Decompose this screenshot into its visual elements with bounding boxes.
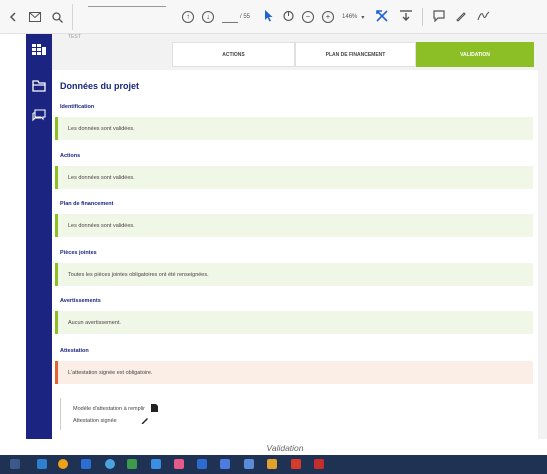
taskbar-app-icon[interactable] bbox=[58, 459, 68, 469]
toolbar-separator bbox=[72, 4, 73, 30]
zoom-out-icon[interactable]: − bbox=[302, 11, 315, 23]
attestation-signed-label: Attestation signée bbox=[73, 418, 117, 424]
next-page-icon[interactable]: ↓ bbox=[202, 11, 214, 23]
app-sidebar bbox=[26, 34, 52, 439]
status-box-plan-de-financement: Les données sont validées. bbox=[55, 214, 533, 237]
zoom-in-icon[interactable]: + bbox=[322, 11, 335, 23]
screenshot-caption: Validation bbox=[266, 443, 304, 453]
status-box-actions: Les données sont validées. bbox=[55, 166, 533, 189]
document-tab[interactable] bbox=[88, 0, 166, 7]
pen-icon[interactable] bbox=[455, 10, 467, 25]
grid-icon bbox=[32, 44, 46, 56]
page-total: / 55 bbox=[240, 14, 251, 20]
taskbar-app-icon[interactable] bbox=[244, 459, 254, 469]
section-title-plan-de-financement: Plan de financement bbox=[60, 201, 114, 207]
tab-plan-de-financement[interactable]: PLAN DE FINANCEMENT bbox=[295, 42, 416, 67]
tab-actions[interactable]: ACTIONS bbox=[172, 42, 295, 67]
previous-page-icon[interactable]: ↑ bbox=[182, 11, 194, 23]
taskbar-pdf-icon[interactable] bbox=[314, 459, 324, 469]
taskbar-app-icon[interactable] bbox=[291, 459, 301, 469]
attestation-model-label: Modèle d'attestation à remplir bbox=[73, 406, 145, 412]
start-icon[interactable] bbox=[10, 459, 20, 469]
attestation-model-link[interactable]: Modèle d'attestation à remplir bbox=[73, 404, 158, 414]
sign-icon[interactable] bbox=[477, 10, 491, 25]
section-title-attestation: Attestation bbox=[60, 348, 89, 354]
section-title-avertissements: Avertissements bbox=[60, 298, 101, 304]
toolbar-navigation: ↑ ↓ / 55 − + 146% ▾ bbox=[182, 0, 501, 34]
test-label: TEST bbox=[68, 34, 81, 40]
tab-validation[interactable]: VALIDATION bbox=[416, 42, 534, 67]
status-box-identification: Les données sont validées. bbox=[55, 117, 533, 140]
toolbar-left-group bbox=[0, 0, 66, 34]
taskbar-app-icon[interactable] bbox=[81, 459, 91, 469]
card-title: Données du projet bbox=[60, 81, 140, 91]
select-cursor-icon[interactable] bbox=[264, 9, 273, 25]
sidebar-item-messages[interactable] bbox=[26, 104, 52, 126]
status-message: Toutes les pièces jointes obligatoires o… bbox=[68, 271, 209, 278]
toolbar-divider bbox=[422, 8, 424, 26]
step-tabs: TEST ACTIONS PLAN DE FINANCEMENT VALIDAT… bbox=[52, 34, 538, 68]
status-box-attestation: L'attestation signée est obligatoire. bbox=[55, 361, 533, 384]
section-title-pieces-jointes: Pièces jointes bbox=[60, 250, 97, 256]
status-message: Les données sont validées. bbox=[68, 125, 135, 132]
sidebar-item-dashboard[interactable] bbox=[26, 39, 52, 61]
chat-icon bbox=[32, 108, 46, 122]
search-icon[interactable] bbox=[48, 8, 66, 26]
status-message: L'attestation signée est obligatoire. bbox=[68, 369, 153, 376]
attestation-signed-link[interactable]: Attestation signée bbox=[73, 416, 149, 426]
chevron-down-icon: ▾ bbox=[361, 14, 365, 21]
back-icon[interactable] bbox=[4, 8, 22, 26]
comment-icon[interactable] bbox=[433, 9, 445, 25]
taskbar-app-icon[interactable] bbox=[105, 459, 115, 469]
status-message: Les données sont validées. bbox=[68, 174, 135, 181]
taskbar-app-icon[interactable] bbox=[127, 459, 137, 469]
document-icon[interactable] bbox=[150, 404, 158, 414]
attestation-links: Modèle d'attestation à remplir Attestati… bbox=[60, 398, 230, 430]
section-title-actions: Actions bbox=[60, 153, 81, 159]
project-data-card: Données du projet Identification Les don… bbox=[52, 70, 538, 439]
section-title-identification: Identification bbox=[60, 104, 95, 110]
mail-icon[interactable] bbox=[26, 8, 44, 26]
os-taskbar bbox=[0, 455, 547, 474]
pencil-icon[interactable] bbox=[141, 416, 149, 426]
status-box-pieces-jointes: Toutes les pièces jointes obligatoires o… bbox=[55, 263, 533, 286]
taskbar-app-icon[interactable] bbox=[37, 459, 47, 469]
hand-tool-icon[interactable] bbox=[283, 10, 294, 25]
fit-page-icon[interactable] bbox=[376, 9, 390, 25]
taskbar-app-icon[interactable] bbox=[197, 459, 207, 469]
folder-icon bbox=[32, 80, 46, 92]
download-icon[interactable] bbox=[400, 9, 413, 25]
zoom-select[interactable]: 146% ▾ bbox=[342, 14, 364, 21]
sidebar-item-folder[interactable] bbox=[26, 75, 52, 97]
main-content: TEST ACTIONS PLAN DE FINANCEMENT VALIDAT… bbox=[52, 34, 547, 439]
status-message: Aucun avertissement. bbox=[68, 319, 121, 326]
pdf-toolbar: ↑ ↓ / 55 − + 146% ▾ bbox=[0, 0, 547, 34]
taskbar-app-icon[interactable] bbox=[220, 459, 230, 469]
page-number-input[interactable] bbox=[222, 11, 238, 23]
screen: ↑ ↓ / 55 − + 146% ▾ TEST ACTIONS PLAN DE… bbox=[0, 0, 547, 474]
taskbar-app-icon[interactable] bbox=[267, 459, 277, 469]
status-box-avertissements: Aucun avertissement. bbox=[55, 311, 533, 334]
zoom-value: 146% bbox=[342, 14, 358, 20]
status-message: Les données sont validées. bbox=[68, 222, 135, 229]
taskbar-app-icon[interactable] bbox=[151, 459, 161, 469]
taskbar-app-icon[interactable] bbox=[174, 459, 184, 469]
